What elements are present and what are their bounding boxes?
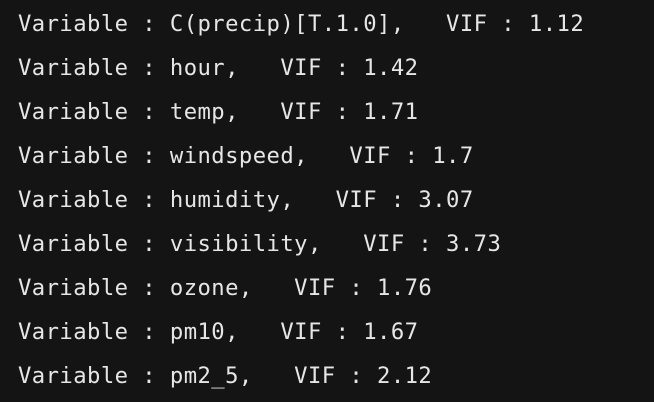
output-line-windspeed: Variable : windspeed, VIF : 1.7: [18, 143, 474, 169]
output-line-temp: Variable : temp, VIF : 1.71: [18, 99, 419, 125]
output-line-pm10: Variable : pm10, VIF : 1.67: [18, 319, 419, 345]
output-line-precip: Variable : C(precip)[T.1.0], VIF : 1.12: [18, 11, 585, 37]
output-line-hour: Variable : hour, VIF : 1.42: [18, 55, 419, 81]
output-line-pm2-5: Variable : pm2_5, VIF : 2.12: [18, 363, 433, 389]
output-line-humidity: Variable : humidity, VIF : 3.07: [18, 187, 474, 213]
console-output: Variable : C(precip)[T.1.0], VIF : 1.12 …: [0, 0, 654, 402]
output-line-ozone: Variable : ozone, VIF : 1.76: [18, 275, 433, 301]
output-line-visibility: Variable : visibility, VIF : 3.73: [18, 231, 502, 257]
